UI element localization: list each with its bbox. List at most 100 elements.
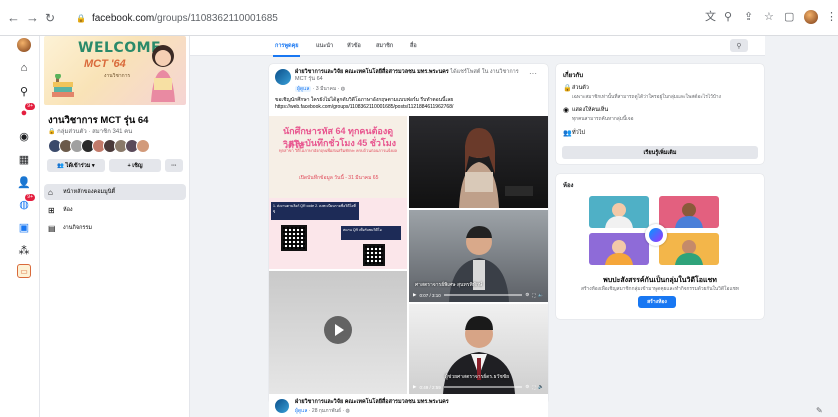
video-thumbnail-presenter[interactable]: ผู้ช่วยศาสตราจารย์ดร.ธวัชชัย ▶ 0:49 / 2:… xyxy=(409,304,548,394)
translate-icon[interactable]: 文 xyxy=(705,11,716,23)
settings-icon[interactable]: ⚙ xyxy=(525,292,529,298)
url-text: facebook.com/groups/1108362110001685 xyxy=(91,13,278,24)
back-arrow-icon[interactable]: ← xyxy=(7,11,20,25)
poster-details: ทุกสาขา วิดีโอภาษาอังกฤษเพื่อส่งเสริมทัก… xyxy=(279,148,397,153)
group-meta: 🔒 กลุ่มส่วนตัว · สมาชิก 341 คน xyxy=(48,129,133,135)
post-link[interactable]: https://web.facebook.com/groups/11083621… xyxy=(275,104,453,110)
notification-badge: 9+ xyxy=(25,103,35,110)
notifications-icon[interactable]: ● 9+ xyxy=(17,103,35,120)
menu-item-events[interactable]: ▤ งานกิจกรรม xyxy=(44,220,186,236)
side-panel-icon[interactable]: ▢ xyxy=(784,11,794,23)
student-illustration xyxy=(151,45,175,102)
feed-post: ฝ่ายวิชาการและวิจัย คณะเทคโนโลยีสื่อสารม… xyxy=(269,64,548,404)
post-text: ขอเชิญนักศึกษา ใครยังไม่ได้ลูกดับวิดีโอภ… xyxy=(275,97,454,103)
author-avatar[interactable] xyxy=(275,399,289,413)
community-icon[interactable]: ⁂ xyxy=(17,243,31,257)
tab-discussion[interactable]: การพูดคุย xyxy=(272,42,302,57)
page-scrollbar[interactable] xyxy=(832,36,838,417)
video-controls[interactable]: ▶ 0:07 / 3:10 ⚙ ⛶ 🔈 xyxy=(413,291,544,299)
post-author[interactable]: ฝ่ายวิชาการและวิจัย คณะเทคโนโลยีสื่อสารม… xyxy=(295,69,525,83)
reload-icon[interactable]: ↻ xyxy=(45,11,55,25)
search-icon[interactable]: ⚲ xyxy=(17,84,31,98)
visibility-row: ◉ แสดงให้คนเห็น ทุกคนสามารถค้นหากลุ่มนี้เ… xyxy=(563,106,633,123)
joined-button[interactable]: 👥 ได้เข้าร่วม ▾ xyxy=(47,159,105,172)
video-caption: ผู้ช่วยศาสตราจารย์ดร.ธวัชชัย xyxy=(445,374,510,380)
play-icon[interactable]: ▶ xyxy=(413,292,416,298)
menu-item-community-home[interactable]: ⌂ หน้าหลักของคอมมูนิตี้ xyxy=(44,184,186,200)
post-time[interactable]: 3 มีนาคม xyxy=(316,86,336,92)
eye-icon: ◉ xyxy=(563,107,570,114)
cover-caption: งานวิชาการ xyxy=(104,73,131,79)
video-thumbnail-blank[interactable] xyxy=(269,271,407,394)
post-meta: ผู้ดูแล · 3 มีนาคม · ◍ xyxy=(295,86,346,92)
bookmark-star-icon[interactable]: ☆ xyxy=(764,11,774,23)
group-shortcut-icon[interactable]: ▭ xyxy=(17,264,31,278)
play-button-icon[interactable] xyxy=(324,316,352,344)
member-avatars[interactable] xyxy=(48,139,150,153)
browser-toolbar: ← → ↻ 🔒 facebook.com/groups/110836211000… xyxy=(0,0,838,36)
tab-featured[interactable]: แนะนำ xyxy=(316,42,333,50)
facebook-left-rail: ⌂ ⚲ ● 9+ ◉ ▦ 👤 ◍ 9+ ▣ ⁂ ▭ xyxy=(0,36,40,417)
menu-grid-icon[interactable]: ▦ xyxy=(17,152,31,166)
post-time[interactable]: 28 กุมภาพันธ์ xyxy=(312,408,341,414)
pages-icon[interactable]: ▣ xyxy=(17,220,31,234)
menu-item-rooms[interactable]: ⊞ ห้อง xyxy=(44,202,186,218)
privacy-row: 🔒 ส่วนตัว เฉพาะสมาชิกเท่านั้นที่สามารถดูไ… xyxy=(563,84,721,101)
video-progress[interactable] xyxy=(443,386,523,388)
forward-arrow-icon[interactable]: → xyxy=(26,11,39,25)
volume-icon[interactable]: 🔈 xyxy=(538,292,544,298)
post-options-icon[interactable]: ··· xyxy=(529,69,537,78)
member-avatar[interactable] xyxy=(136,139,150,153)
video-progress[interactable] xyxy=(443,294,523,296)
post-author[interactable]: ฝ่ายวิชาการและวิจัย คณะเทคโนโลยีสื่อสารม… xyxy=(295,398,449,406)
post-meta: ผู้ดูแล · 28 กุมภาพันธ์ · ◍ xyxy=(295,408,350,414)
groups-icon[interactable]: ◍ 9+ xyxy=(17,194,35,211)
play-icon[interactable]: ▶ xyxy=(413,384,416,390)
about-card: เกี่ยวกับ 🔒 ส่วนตัว เฉพาะสมาชิกเท่านั้นที… xyxy=(556,64,764,164)
group-sidebar: WELCOME MCT '64 งานวิชาการ งานวิชาการ MC… xyxy=(40,36,190,417)
video-caption: ศาสตราจารย์พิเศษ สุนทรพิทักษ์ xyxy=(415,282,483,288)
globe-icon: ◍ xyxy=(345,408,350,414)
rooms-title: ห้อง xyxy=(563,183,574,189)
messenger-icon xyxy=(645,224,667,246)
poster-instruction-box: 1. ส่งงานตามลิงก์ QR code 2. ลงทะเบียนรา… xyxy=(271,202,359,220)
video-time: 0:49 / 2:59 xyxy=(419,384,441,390)
share-icon[interactable]: ⇪ xyxy=(744,11,753,23)
video-time: 0:07 / 3:10 xyxy=(419,292,441,298)
rooms-description: สร้างห้องเพื่อเชิญสมาชิกกลุ่มเข้ามาพูดคุ… xyxy=(581,287,739,292)
volume-icon[interactable]: 🔈 xyxy=(538,384,544,390)
tab-members[interactable]: สมาชิก xyxy=(376,42,393,50)
settings-icon[interactable]: ⚙ xyxy=(525,384,529,390)
edit-icon[interactable]: ✎ xyxy=(816,406,823,415)
speaker-figure xyxy=(459,128,533,208)
messenger-icon[interactable]: ◉ xyxy=(17,129,31,143)
home-icon[interactable]: ⌂ xyxy=(17,61,31,75)
profile-avatar[interactable] xyxy=(804,10,818,24)
tab-topics[interactable]: หัวข้อ xyxy=(347,42,361,50)
zoom-icon[interactable]: ⚲ xyxy=(724,11,732,23)
poster-image[interactable]: นักศึกษารหัส 64 ทุกคนต้องดูวิดีโอ และบัน… xyxy=(269,116,407,269)
rooms-card: ห้อง พบปะสังสรรค์กันเป็นกลุ่มในวิดีโอแชท… xyxy=(556,174,764,319)
group-cover-image: WELCOME MCT '64 งานวิชาการ xyxy=(44,36,186,105)
video-thumbnail-speaker[interactable] xyxy=(409,116,548,208)
browser-menu-icon[interactable]: ⋮ xyxy=(826,10,837,23)
privacy-description: เฉพาะสมาชิกเท่านั้นที่สามารถดูได้ว่าใครอ… xyxy=(572,95,721,100)
general-label: ทั่วไป xyxy=(572,130,585,136)
friends-icon[interactable]: 👤 xyxy=(17,175,31,189)
tab-media[interactable]: สื่อ xyxy=(410,42,417,50)
group-search-button[interactable]: ⚲ xyxy=(730,39,748,52)
video-controls[interactable]: ▶ 0:49 / 2:59 ⚙ ⛶ 🔈 xyxy=(413,383,544,391)
about-title: เกี่ยวกับ xyxy=(563,73,584,79)
fullscreen-icon[interactable]: ⛶ xyxy=(532,293,535,298)
author-avatar[interactable] xyxy=(275,69,291,85)
qr-code xyxy=(281,225,307,251)
room-icon: ⊞ xyxy=(48,205,55,215)
learn-more-button[interactable]: เรียนรู้เพิ่มเติม xyxy=(562,146,758,159)
address-bar[interactable]: 🔒 facebook.com/groups/1108362110001685 xyxy=(76,9,766,28)
invite-button[interactable]: + เชิญ xyxy=(109,159,161,172)
create-room-button[interactable]: สร้างห้อง xyxy=(638,296,676,308)
video-thumbnail-lecturer[interactable]: ศาสตราจารย์พิเศษ สุนทรพิทักษ์ ▶ 0:07 / 3… xyxy=(409,210,548,302)
user-avatar[interactable] xyxy=(17,38,31,52)
fullscreen-icon[interactable]: ⛶ xyxy=(532,385,535,390)
more-options-button[interactable]: ··· xyxy=(165,159,183,172)
